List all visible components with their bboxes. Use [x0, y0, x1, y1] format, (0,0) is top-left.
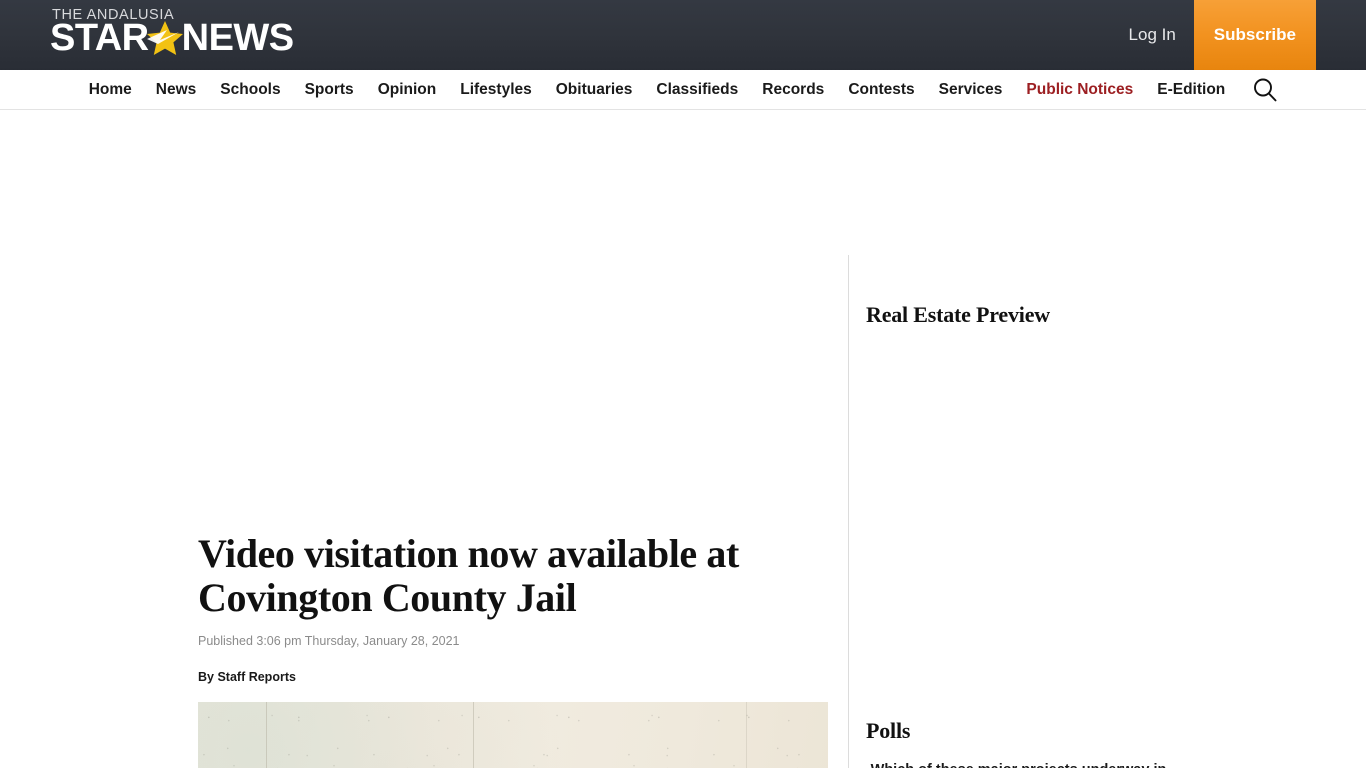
poll-question: Which of these major projects underway i… [866, 760, 1171, 768]
nav-items-container: Home News Schools Sports Opinion Lifesty… [77, 71, 1290, 109]
site-logo[interactable]: THE ANDALUSIA STAR NEWS [50, 8, 295, 59]
article-published-date: Published 3:06 pm Thursday, January 28, … [198, 634, 460, 648]
nav-item-classifieds[interactable]: Classifieds [644, 71, 750, 109]
nav-item-news[interactable]: News [144, 71, 209, 109]
search-icon[interactable] [1237, 76, 1289, 104]
logo-word-news: NEWS [181, 16, 295, 59]
leaderboard-ad-slot [198, 110, 828, 520]
nav-item-obituaries[interactable]: Obituaries [544, 71, 645, 109]
nav-item-records[interactable]: Records [750, 71, 836, 109]
main-navigation: Home News Schools Sports Opinion Lifesty… [0, 70, 1366, 110]
gold-star-icon [145, 19, 185, 57]
site-header: THE ANDALUSIA STAR NEWS Log In Subscribe [0, 0, 1366, 70]
nav-item-contests[interactable]: Contests [836, 71, 926, 109]
nav-item-schools[interactable]: Schools [208, 71, 292, 109]
subscribe-button[interactable]: Subscribe [1193, 0, 1316, 70]
nav-item-opinion[interactable]: Opinion [366, 71, 449, 109]
real-estate-preview-title: Real Estate Preview [866, 302, 1050, 327]
real-estate-widget-slot [866, 328, 1166, 718]
column-divider [848, 255, 849, 768]
article-byline: By Staff Reports [198, 670, 296, 684]
nav-item-sports[interactable]: Sports [293, 71, 366, 109]
page-body: Video visitation now available at Coving… [0, 110, 1366, 768]
nav-item-e-edition[interactable]: E-Edition [1145, 71, 1237, 109]
polls-title: Polls [866, 718, 911, 743]
article-headline: Video visitation now available at Coving… [198, 531, 739, 620]
article-photo [198, 702, 828, 768]
nav-item-home[interactable]: Home [77, 71, 144, 109]
logo-wordmark: STAR NEWS [50, 16, 295, 59]
login-link[interactable]: Log In [1111, 0, 1194, 70]
sidebar: Real Estate Preview Polls Which of these… [866, 110, 1196, 768]
nav-item-lifestyles[interactable]: Lifestyles [448, 71, 544, 109]
nav-item-public-notices[interactable]: Public Notices [1014, 71, 1145, 109]
logo-word-star: STAR [50, 16, 149, 59]
header-actions: Log In Subscribe [1111, 0, 1316, 70]
nav-item-services[interactable]: Services [927, 71, 1015, 109]
article-column: Video visitation now available at Coving… [198, 110, 828, 768]
